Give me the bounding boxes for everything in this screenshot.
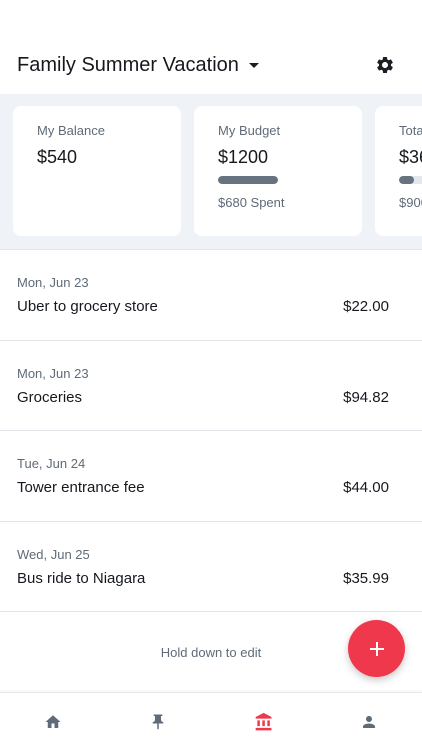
caret-down-icon — [248, 63, 259, 68]
trip-selector[interactable]: Family Summer Vacation — [17, 54, 259, 77]
transaction-date: Tue, Jun 24 — [17, 456, 86, 471]
transaction-description: Bus ride to Niagara — [17, 569, 146, 587]
card-subtext: $900 — [399, 195, 422, 210]
trip-title: Family Summer Vacation — [17, 54, 239, 76]
transaction-date: Wed, Jun 25 — [17, 546, 90, 562]
transaction-description: Uber to grocery store — [17, 298, 158, 315]
transaction-amount: $44.00 — [343, 479, 389, 496]
transaction-amount: $22.00 — [343, 298, 389, 315]
balance-card[interactable]: My Balance $540 — [13, 106, 181, 236]
list-item[interactable]: Wed, Jun 25 Bus ride to Niagara $35.99 — [0, 522, 422, 612]
total-card[interactable]: Total $3600 $900 — [375, 106, 422, 236]
settings-button[interactable] — [374, 54, 396, 76]
transaction-description: Tower entrance fee — [17, 479, 145, 496]
card-label: Total — [399, 123, 422, 138]
card-label: My Budget — [218, 123, 281, 138]
budget-card[interactable]: My Budget $1200 $680 Spent — [194, 106, 362, 236]
budget-progress-fill — [218, 176, 278, 184]
card-value: $540 — [37, 147, 78, 167]
tab-home[interactable] — [0, 693, 106, 750]
transaction-list: Mon, Jun 23 Uber to grocery store $22.00… — [0, 250, 422, 612]
pin-icon — [153, 714, 164, 730]
bottom-tab-bar — [0, 692, 422, 750]
transaction-amount: $94.82 — [343, 388, 389, 406]
transaction-date: Mon, Jun 23 — [17, 275, 89, 290]
tab-expenses[interactable] — [211, 693, 317, 750]
budget-progress-bar — [218, 176, 278, 184]
transaction-amount: $35.99 — [343, 569, 389, 587]
bank-icon — [255, 712, 272, 731]
summary-cards[interactable]: My Balance $540 My Budget $1200 $680 Spe… — [0, 94, 422, 250]
card-value: $3600 — [399, 147, 422, 167]
card-value: $1200 — [218, 147, 269, 167]
card-label: My Balance — [37, 123, 105, 138]
app-header: Family Summer Vacation — [0, 40, 422, 92]
transaction-date: Mon, Jun 23 — [17, 365, 89, 381]
plus-icon — [369, 641, 384, 656]
total-progress-fill — [399, 176, 414, 184]
tab-profile[interactable] — [317, 693, 422, 750]
total-progress-bar — [399, 176, 422, 184]
card-subtext: $680 Spent — [218, 195, 285, 210]
transaction-description: Groceries — [17, 388, 83, 406]
add-expense-button[interactable] — [348, 620, 405, 677]
home-icon — [45, 715, 61, 728]
person-icon — [363, 716, 376, 728]
gear-icon — [377, 56, 393, 73]
tab-pinned[interactable] — [106, 693, 212, 750]
list-item[interactable]: Tue, Jun 24 Tower entrance fee $44.00 — [0, 431, 422, 522]
list-item[interactable]: Mon, Jun 23 Groceries $94.82 — [0, 341, 422, 431]
list-item[interactable]: Mon, Jun 23 Uber to grocery store $22.00 — [0, 250, 422, 341]
